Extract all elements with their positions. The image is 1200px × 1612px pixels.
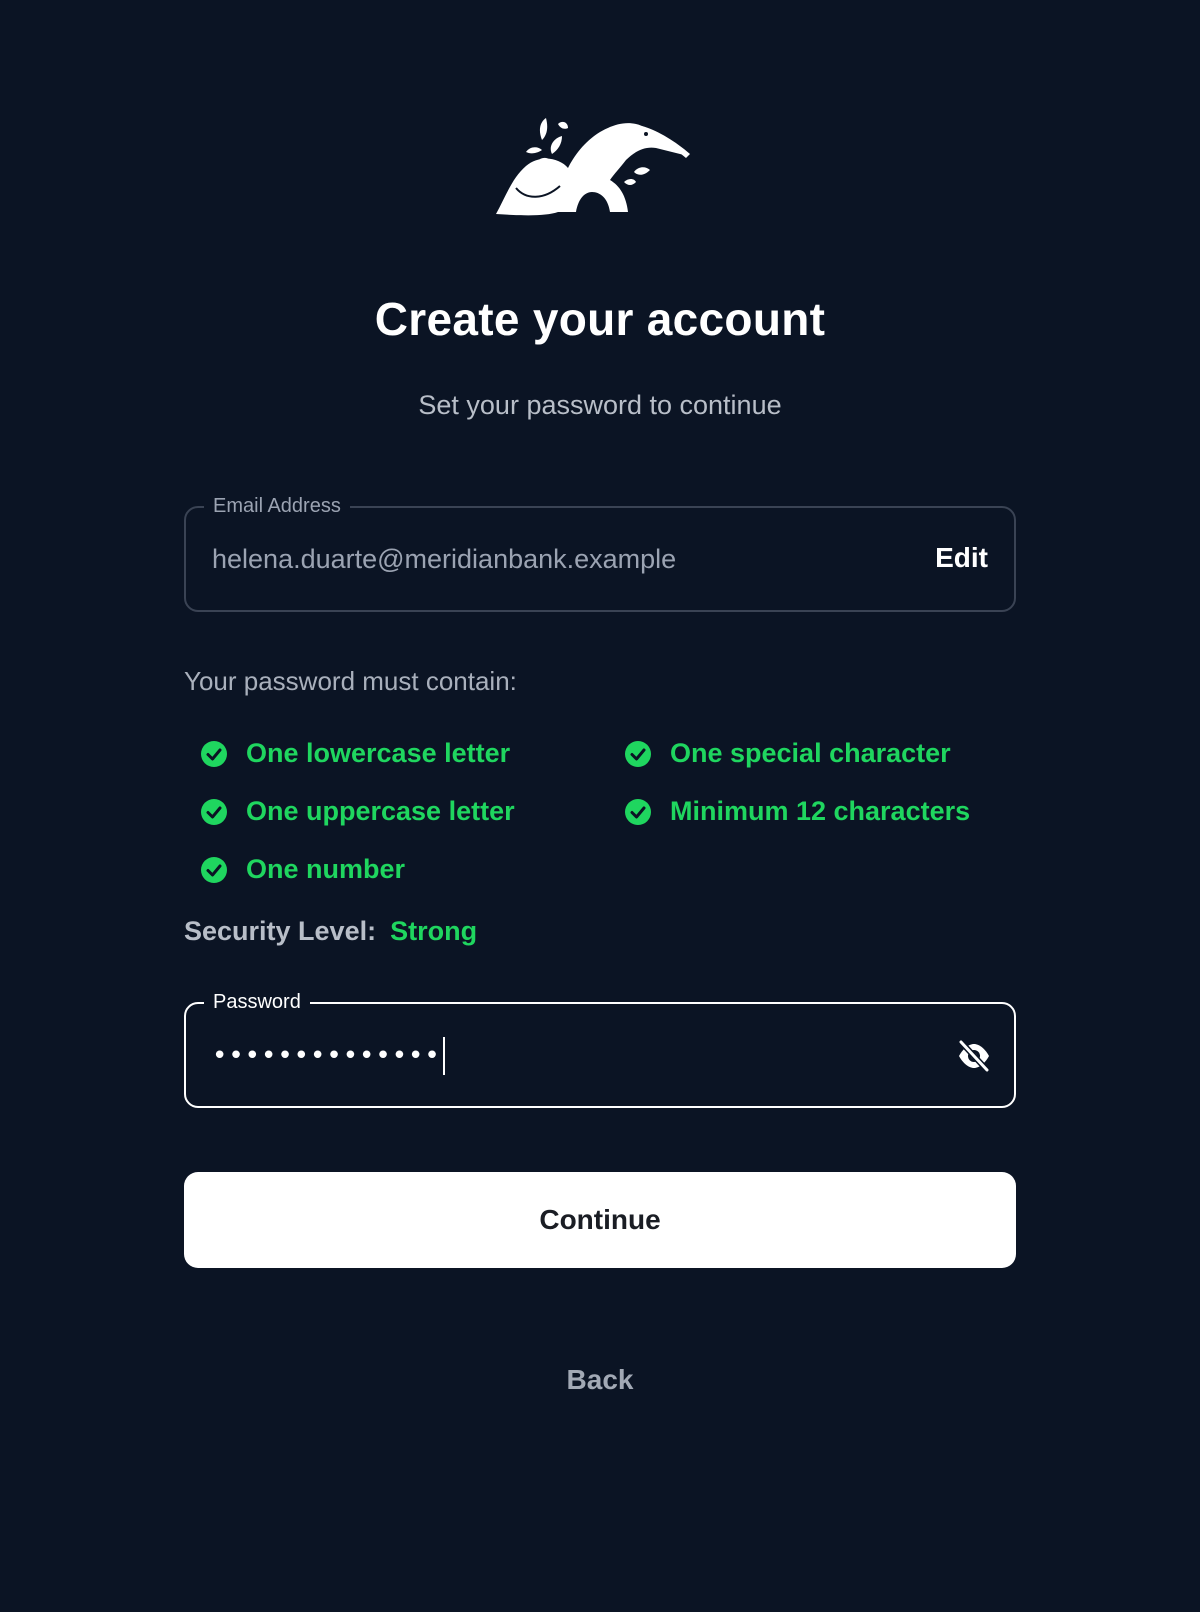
page-title: Create your account [374,293,826,345]
requirement-label: Minimum 12 characters [670,796,971,826]
check-circle-icon [201,856,227,883]
security-level: Security Level: Strong [184,916,477,947]
requirement-label: One number [246,854,406,884]
check-circle-icon [625,740,651,767]
eye-off-icon[interactable] [956,1040,992,1072]
password-masked-value: •••••••••••••• [212,1041,441,1071]
back-button[interactable]: Back [0,1364,1200,1396]
requirements-title: Your password must contain: [184,666,517,696]
check-circle-icon [201,740,227,767]
password-field[interactable]: Password •••••••••••••• [184,989,1016,1108]
check-circle-icon [625,798,651,825]
check-circle-icon [201,798,227,825]
brand-logo [496,116,704,218]
email-field: Email Address helena.duarte@meridianbank… [184,493,1016,612]
email-field-label: Email Address [204,493,350,519]
security-level-label: Security Level: [184,916,377,946]
continue-button[interactable]: Continue [184,1172,1016,1268]
requirement-number: One number [200,854,405,885]
requirement-special: One special character [624,738,951,769]
requirement-min-length: Minimum 12 characters [624,796,970,827]
page-subtitle: Set your password to continue [418,390,782,420]
security-level-value: Strong [390,916,478,946]
requirement-label: One special character [670,738,951,768]
requirement-label: One uppercase letter [246,796,515,826]
anteater-leaf-logo-icon [496,118,690,216]
text-caret [442,1037,445,1075]
requirement-label: One lowercase letter [246,738,511,768]
requirement-lowercase: One lowercase letter [200,738,510,769]
requirement-uppercase: One uppercase letter [200,796,515,827]
password-field-label: Password [204,989,310,1015]
email-value: helena.duarte@meridianbank.example [212,544,677,574]
edit-email-button[interactable]: Edit [935,542,988,574]
password-input[interactable]: •••••••••••••• [212,1034,912,1078]
